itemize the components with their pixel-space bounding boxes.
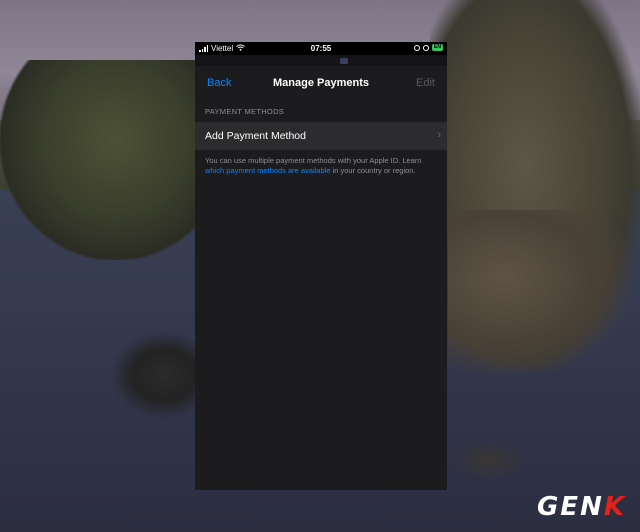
background-rocks bbox=[448, 210, 640, 380]
background-hill bbox=[0, 60, 210, 260]
sheet-handle bbox=[340, 58, 348, 64]
add-payment-method-button[interactable]: Add Payment Method › bbox=[195, 122, 447, 150]
phone-screen: Viettel 07:55 EN Back Manage Payments Ed… bbox=[195, 42, 447, 490]
orientation-lock-icon bbox=[423, 44, 430, 51]
alarm-icon bbox=[414, 44, 421, 51]
genk-watermark-logo: GENK bbox=[537, 492, 626, 522]
status-right: EN bbox=[414, 44, 443, 51]
background-rock bbox=[450, 440, 530, 480]
footer-text-suffix: in your country or region. bbox=[330, 165, 416, 175]
footer-text-prefix: You can use multiple payment methods wit… bbox=[205, 156, 422, 165]
section-header: PAYMENT METHODS bbox=[205, 107, 285, 116]
chevron-right-icon: › bbox=[437, 129, 441, 141]
watermark-accent: K bbox=[603, 492, 626, 522]
status-bar: Viettel 07:55 EN bbox=[195, 42, 447, 55]
payment-methods-link[interactable]: which payment methods are available bbox=[205, 166, 331, 175]
navigation-bar: Back Manage Payments Edit bbox=[195, 66, 447, 102]
status-time: 07:55 bbox=[310, 44, 332, 53]
page-title: Manage Payments bbox=[273, 77, 369, 89]
edit-button[interactable]: Edit bbox=[416, 77, 435, 89]
sheet-grabber bbox=[195, 55, 447, 66]
watermark-text: GEN bbox=[536, 492, 604, 522]
footer-note: You can use multiple payment methods wit… bbox=[205, 156, 441, 175]
add-payment-method-label: Add Payment Method bbox=[205, 130, 306, 142]
background-rock bbox=[110, 330, 200, 420]
battery-icon: EN bbox=[432, 44, 443, 51]
